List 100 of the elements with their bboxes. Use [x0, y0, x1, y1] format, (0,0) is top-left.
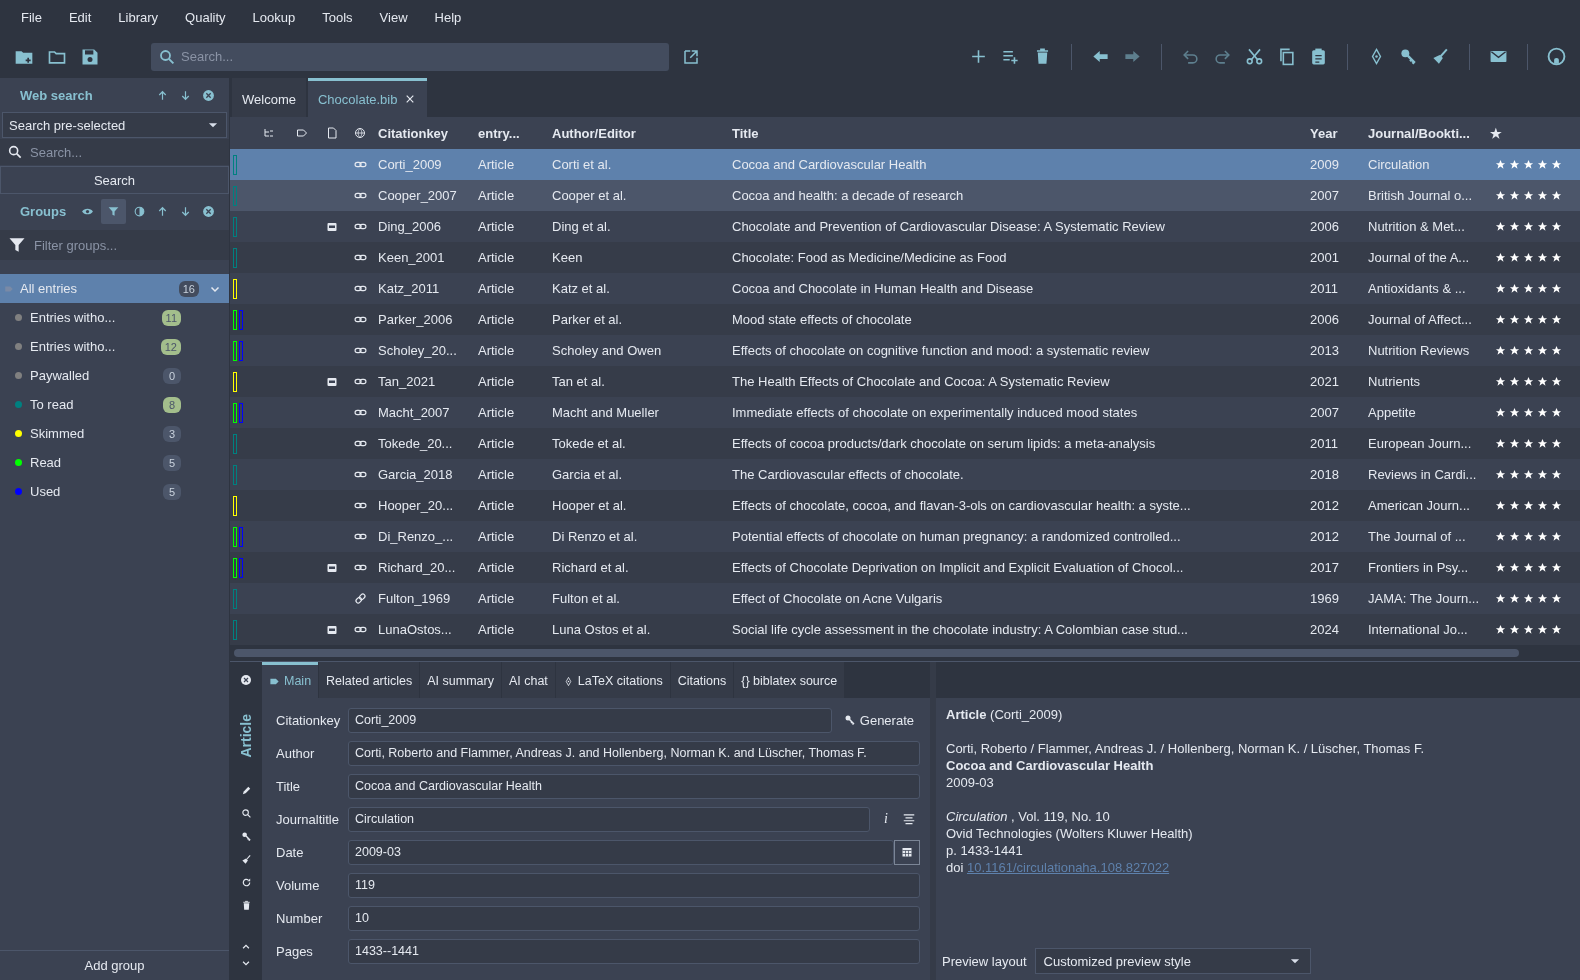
- trash-icon[interactable]: [240, 900, 252, 912]
- plus-icon[interactable]: [969, 47, 988, 66]
- filter-field[interactable]: Filter groups...: [0, 230, 229, 260]
- menu-item[interactable]: Lookup: [243, 10, 314, 25]
- close-icon[interactable]: [202, 204, 215, 218]
- undo-icon[interactable]: [1181, 47, 1200, 66]
- count-badge: 3: [163, 425, 181, 442]
- search-field[interactable]: Search...: [0, 139, 229, 165]
- globe-icon[interactable]: [354, 127, 366, 139]
- table-cell-text: Antioxidants & ...: [1367, 280, 1467, 298]
- pdf-file-icon[interactable]: [326, 561, 338, 574]
- tab[interactable]: AI chat: [501, 661, 555, 698]
- group-item[interactable]: Entries witho...: [30, 310, 154, 325]
- menu-item[interactable]: File: [12, 10, 60, 25]
- arrow-down-icon[interactable]: [179, 204, 192, 218]
- tab[interactable]: AI summary: [420, 661, 501, 698]
- column-header[interactable]: ★: [1486, 117, 1570, 149]
- external-link-icon[interactable]: [682, 47, 700, 66]
- column-header[interactable]: Author/Editor: [548, 117, 728, 149]
- menu-item[interactable]: Edit: [59, 10, 110, 25]
- column-header[interactable]: entry...: [474, 117, 548, 149]
- tab[interactable]: Chocolate.bib: [307, 78, 428, 117]
- column-header[interactable]: Citationkey: [374, 117, 474, 149]
- pencil-icon[interactable]: [240, 785, 252, 797]
- search-icon[interactable]: [240, 808, 252, 820]
- column-header[interactable]: Title: [728, 117, 1306, 149]
- table-row[interactable]: Macht_2007 Article Macht and Mueller Immediate effects of chocolate on experimentally induced mood states 2007 Appetite: [230, 397, 1580, 428]
- broom-icon[interactable]: [1431, 47, 1450, 66]
- input-field[interactable]: Cocoa and Cardiovascular Health: [348, 773, 920, 799]
- chevron-up-icon[interactable]: [241, 942, 251, 952]
- redo-icon[interactable]: [1213, 47, 1232, 66]
- group-item[interactable]: To read: [30, 397, 155, 412]
- arrow-up-icon[interactable]: [156, 88, 169, 102]
- group-item[interactable]: Skimmed: [30, 426, 155, 441]
- menu-item[interactable]: Library: [109, 10, 177, 25]
- pdf-file-icon[interactable]: [326, 623, 338, 636]
- tag-icon[interactable]: [295, 127, 308, 139]
- tree-icon[interactable]: [262, 127, 275, 139]
- table-row[interactable]: Cooper_2007 Article Cooper et al. Cocoa and health: a decade of research 2007 British Journal o...: [230, 180, 1580, 211]
- refresh-icon[interactable]: [240, 877, 252, 889]
- scrollbar-thumb[interactable]: [234, 648, 1519, 657]
- menu-item[interactable]: Tools: [313, 10, 371, 25]
- table-row[interactable]: Fulton_1969 Article Fulton et al. Effect of Chocolate on Acne Vulgaris 1969 JAMA: The Journ...: [230, 583, 1580, 614]
- half-circle-icon[interactable]: [133, 204, 146, 218]
- chevron-down-icon[interactable]: [241, 958, 251, 968]
- table-row[interactable]: Di_Renzo_... Article Di Renzo et al. Potential effects of chocolate on human pregnancy: a randomized controlled... 2012 The Journal of ...: [230, 521, 1580, 552]
- round-logo-icon[interactable]: [1547, 47, 1566, 66]
- menu-item[interactable]: Quality: [176, 10, 244, 25]
- group-item[interactable]: Used: [30, 484, 155, 499]
- tab[interactable]: {} biblatex source: [734, 661, 845, 698]
- document-icon[interactable]: [326, 127, 338, 139]
- group-item[interactable]: Entries witho...: [30, 339, 153, 354]
- pdf-file-icon[interactable]: [326, 375, 338, 388]
- broom-icon[interactable]: [240, 854, 252, 866]
- generate-button[interactable]: Generate: [837, 712, 920, 728]
- menu-item[interactable]: Help: [425, 10, 480, 25]
- table-cell-text: Tan_2021: [377, 373, 437, 391]
- close-icon[interactable]: [240, 673, 252, 686]
- pdf-file-icon[interactable]: [326, 220, 338, 233]
- table-row[interactable]: Garcia_2018 Article Garcia et al. The Cardiovascular effects of chocolate. 2018 Reviews in Cardi...: [230, 459, 1580, 490]
- calendar-button[interactable]: [894, 839, 920, 865]
- scissors-icon[interactable]: [1245, 47, 1264, 66]
- tab[interactable]: Main: [262, 661, 319, 698]
- search-button[interactable]: Search: [0, 166, 229, 194]
- align-center-icon[interactable]: [902, 812, 916, 827]
- table-row[interactable]: Scholey_20... Article Scholey and Owen Effects of chocolate on cognitive function and mood: a systematic review 2013 Nutrition Reviews: [230, 335, 1580, 366]
- table-cell-text: Cocoa and health: a decade of research: [731, 187, 965, 205]
- table-row[interactable]: Ding_2006 Article Ding et al. Chocolate and Prevention of Cardiovascular Disease: A Systematic Review 2006 Nutrition & Met...: [230, 211, 1580, 242]
- table-cell-text: Reviews in Cardi...: [1367, 466, 1478, 484]
- dropdown[interactable]: Search pre-selected: [2, 112, 227, 138]
- copy-icon[interactable]: [1277, 47, 1296, 66]
- tab[interactable]: Citations: [670, 661, 734, 698]
- menu-item[interactable]: View: [370, 10, 426, 25]
- clipboard-icon[interactable]: [1309, 47, 1328, 66]
- group-item[interactable]: All entries 16: [0, 274, 229, 303]
- slanted-link-icon[interactable]: [353, 592, 367, 605]
- group-item[interactable]: Paywalled: [30, 368, 155, 383]
- input-field[interactable]: 2009-03: [348, 839, 894, 865]
- info-button[interactable]: i: [876, 811, 896, 828]
- key-icon[interactable]: [240, 831, 252, 843]
- filter-icon[interactable]: [101, 198, 126, 224]
- dropdown[interactable]: Customized preview style: [1034, 948, 1311, 974]
- close-icon[interactable]: [202, 88, 215, 102]
- input-field[interactable]: Corti_2009: [348, 707, 832, 733]
- table-row[interactable]: Katz_2011 Article Katz et al. Cocoa and Chocolate in Human Health and Disease 2011 Antioxidants & ...: [230, 273, 1580, 304]
- key-icon[interactable]: [1399, 47, 1418, 66]
- tab[interactable]: Welcome: [232, 78, 306, 117]
- input-field[interactable]: Circulation: [348, 806, 871, 832]
- group-item[interactable]: Read: [30, 455, 155, 470]
- tab[interactable]: LaTeX citations: [555, 661, 670, 698]
- search-field[interactable]: Search...: [151, 42, 669, 71]
- input-field[interactable]: 1433--1441: [348, 938, 920, 964]
- arrow-up-icon[interactable]: [156, 204, 169, 218]
- input-field[interactable]: 119: [348, 872, 920, 898]
- tab[interactable]: Related articles: [319, 661, 420, 698]
- arrow-down-icon[interactable]: [179, 88, 192, 102]
- column-header[interactable]: Year: [1306, 117, 1364, 149]
- column-header[interactable]: Journal/Bookti...: [1364, 117, 1486, 149]
- input-field[interactable]: Corti, Roberto and Flammer, Andreas J. and Hollenberg, Norman K. and Lüscher, Thomas F.: [348, 740, 920, 766]
- input-field[interactable]: 10: [348, 905, 920, 931]
